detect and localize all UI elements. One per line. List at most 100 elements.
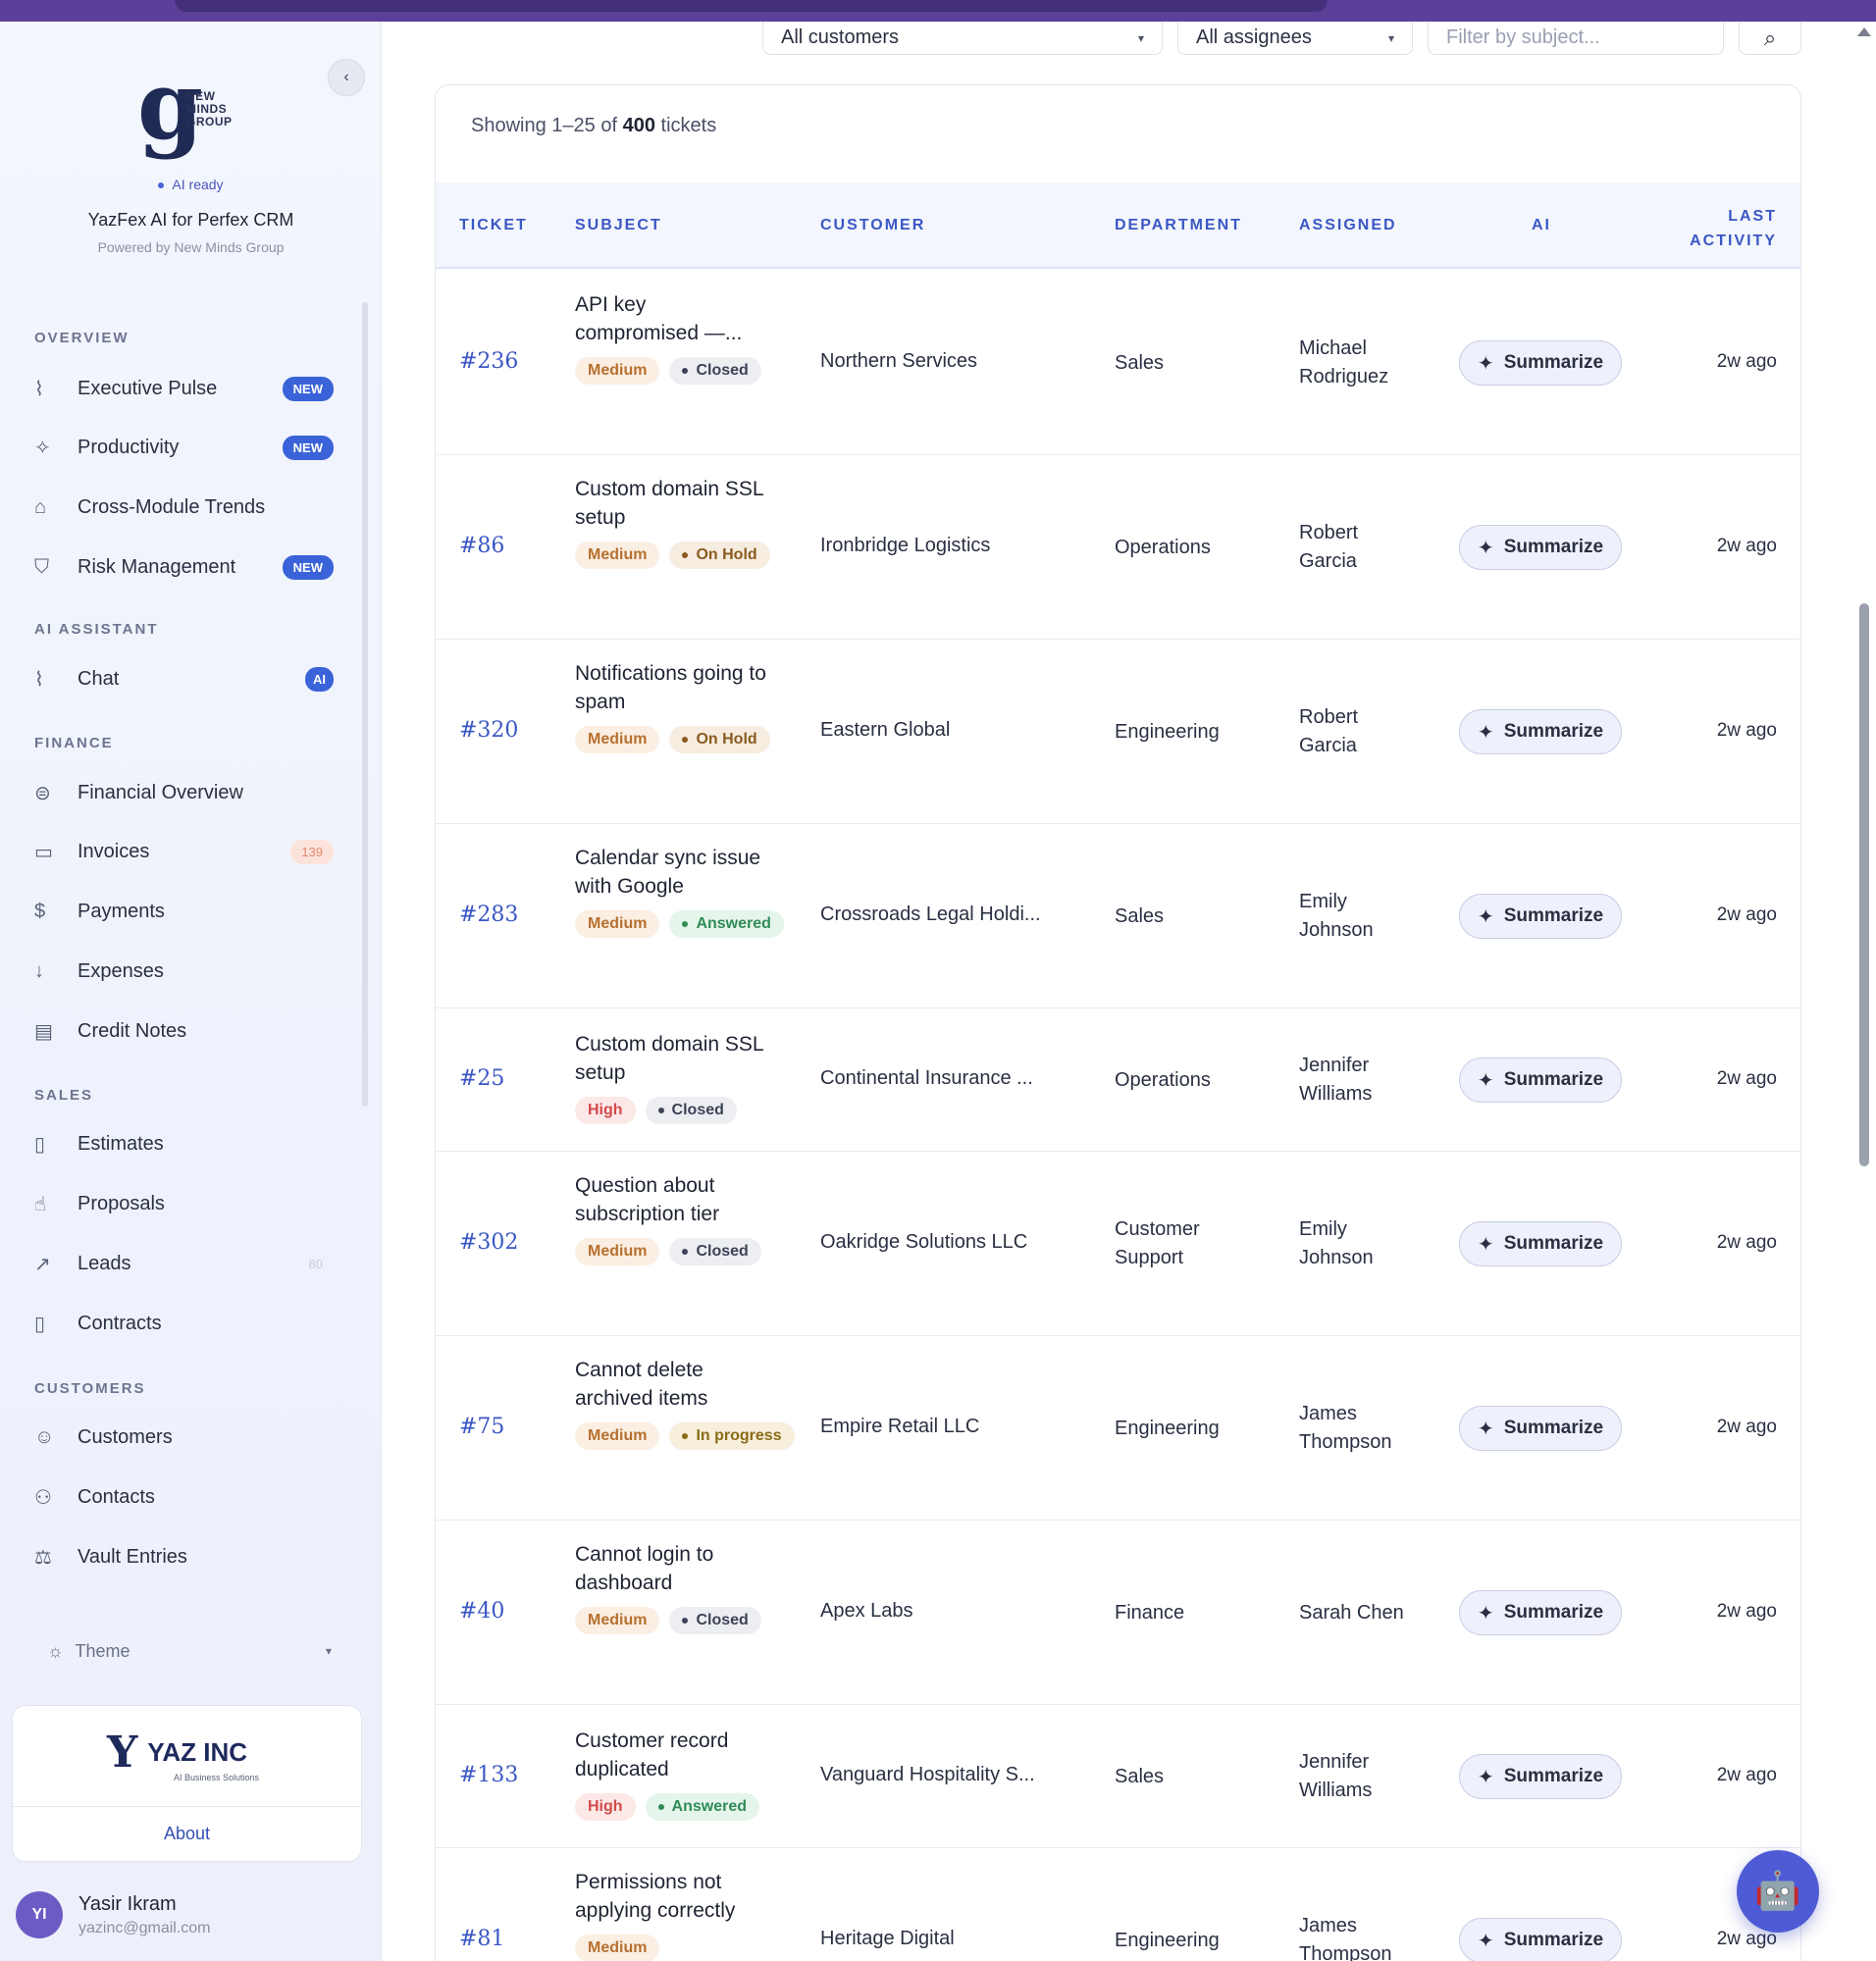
table-row[interactable]: #25 Custom domain SSL setup High Closed Cont… [436,1008,1800,1152]
sparkle-icon: ✦ [1477,905,1494,928]
customer-filter-select[interactable]: All customers ▾ [762,22,1163,55]
ticket-subject-title[interactable]: Question about subscription tier [575,1171,771,1228]
sidebar-item-expenses[interactable]: ↓ Expenses [34,952,334,991]
table-row[interactable]: #320 Notifications going to spam Medium On … [436,640,1800,824]
ticket-customer[interactable]: Ironbridge Logistics [820,535,990,557]
sidebar-item-cross-module-trends[interactable]: ⌂ Cross-Module Trends [34,488,334,527]
ticket-subject-title[interactable]: Notifications going to spam [575,659,771,716]
ticket-subject-title[interactable]: Custom domain SSL setup [575,475,771,532]
summarize-button[interactable]: ✦ Summarize [1459,709,1622,754]
theme-selector[interactable]: ☼ Theme ▾ [47,1636,332,1666]
sidebar-item-invoices[interactable]: ▭ Invoices 139 [34,832,334,871]
sidebar-item-executive-pulse[interactable]: ⌇ Executive Pulse NEW [34,369,334,408]
ticket-id-link[interactable]: #25 [459,1066,504,1091]
logo: g NEW MINDS GROUP [137,59,245,177]
ticket-customer[interactable]: Crossroads Legal Holdi... [820,903,1041,926]
summarize-button[interactable]: ✦ Summarize [1459,894,1622,939]
summarize-button[interactable]: ✦ Summarize [1459,1406,1622,1451]
ticket-id-link[interactable]: #302 [459,1230,518,1255]
top-search-pill[interactable] [175,0,1328,12]
sidebar-item-vault-entries[interactable]: ⚖ Vault Entries [34,1537,334,1576]
sidebar-item-estimates[interactable]: ▯ Estimates [34,1124,334,1163]
section-overview: OVERVIEW [34,330,130,346]
ticket-subject-title[interactable]: Cannot login to dashboard [575,1540,771,1597]
status-badge: Closed [645,1097,737,1124]
table-row[interactable]: #133 Customer record duplicated High Answer… [436,1705,1800,1848]
sidebar-item-customers[interactable]: ☺ Customers [34,1418,334,1457]
ai-assistant-button[interactable]: 🤖 [1737,1850,1819,1933]
scale-icon: ⚖ [34,1546,52,1569]
sidebar-item-contracts[interactable]: ▯ Contracts [34,1304,334,1343]
header-ticket[interactable]: TICKET [459,217,528,234]
note-icon: ▤ [34,1020,53,1043]
sidebar-item-leads[interactable]: ↗ Leads 80 [34,1244,334,1283]
table-row[interactable]: #86 Custom domain SSL setup Medium On Hold I… [436,455,1800,640]
ticket-customer[interactable]: Empire Retail LLC [820,1416,979,1438]
scrollbar-thumb[interactable] [1859,603,1869,1166]
search-button[interactable]: ⌕ [1739,22,1801,55]
ticket-customer[interactable]: Eastern Global [820,719,950,742]
ticket-customer[interactable]: Oakridge Solutions LLC [820,1231,1027,1254]
ticket-customer[interactable]: Northern Services [820,350,977,373]
header-last-activity[interactable]: LAST ACTIVITY [1690,204,1777,253]
sidebar-item-productivity[interactable]: ✧ Productivity NEW [34,428,334,467]
contacts-icon: ⚇ [34,1486,52,1509]
sparkle-icon: ✦ [1477,1602,1494,1625]
header-customer[interactable]: CUSTOMER [820,217,925,234]
summarize-button[interactable]: ✦ Summarize [1459,340,1622,386]
sidebar-item-risk-management[interactable]: ⛉ Risk Management NEW [34,547,334,587]
table-row[interactable]: #75 Cannot delete archived items Medium In … [436,1336,1800,1521]
ticket-subject-title[interactable]: Customer record duplicated [575,1727,771,1783]
sidebar-item-payments[interactable]: $ Payments [34,892,334,931]
ticket-customer[interactable]: Apex Labs [820,1600,913,1623]
collapse-sidebar-button[interactable]: ‹ [328,59,365,96]
table-row[interactable]: #302 Question about subscription tier Medi… [436,1152,1800,1336]
trend-icon: ↗ [34,1253,51,1275]
header-assigned[interactable]: ASSIGNED [1299,217,1397,234]
sidebar-item-proposals[interactable]: ☝ Proposals [34,1184,334,1223]
sidebar-item-chat[interactable]: ⌇ Chat AI [34,659,334,698]
user-profile[interactable]: YI Yasir Ikram yazinc@gmail.com [16,1891,211,1938]
summarize-button[interactable]: ✦ Summarize [1459,1058,1622,1103]
section-finance: FINANCE [34,735,114,751]
summarize-button[interactable]: ✦ Summarize [1459,525,1622,570]
header-department[interactable]: DEPARTMENT [1115,217,1242,234]
ticket-id-link[interactable]: #40 [459,1599,504,1624]
ticket-id-link[interactable]: #320 [459,718,518,743]
subject-filter-input[interactable]: Filter by subject... [1428,22,1724,55]
scroll-up-icon[interactable] [1857,27,1871,36]
ticket-subject-title[interactable]: Permissions not applying correctly [575,1868,771,1925]
about-link[interactable]: About [13,1824,361,1844]
user-icon: ☺ [34,1425,55,1448]
sidebar-scrollbar[interactable] [362,302,368,1107]
ticket-id-link[interactable]: #236 [459,349,518,374]
sidebar-item-contacts[interactable]: ⚇ Contacts [34,1477,334,1517]
ticket-subject-title[interactable]: Custom domain SSL setup [575,1030,771,1087]
ticket-id-link[interactable]: #81 [459,1927,504,1951]
summarize-button[interactable]: ✦ Summarize [1459,1918,1622,1961]
sidebar-item-credit-notes[interactable]: ▤ Credit Notes [34,1011,334,1051]
summarize-button[interactable]: ✦ Summarize [1459,1221,1622,1266]
ticket-customer[interactable]: Heritage Digital [820,1928,955,1950]
table-row[interactable]: #81 Permissions not applying correctly Med… [436,1848,1800,1961]
table-row[interactable]: #40 Cannot login to dashboard Medium Closed… [436,1521,1800,1705]
ticket-subject-title[interactable]: Cannot delete archived items [575,1356,771,1413]
page-scrollbar[interactable] [1857,27,1871,1950]
chevron-left-icon: ‹ [343,69,349,85]
ticket-id-link[interactable]: #133 [459,1763,518,1787]
avatar: YI [16,1891,63,1938]
ticket-subject-title[interactable]: API key compromised —... [575,290,771,347]
sidebar-item-financial-overview[interactable]: ⊜ Financial Overview [34,773,334,812]
summarize-button[interactable]: ✦ Summarize [1459,1754,1622,1799]
ticket-id-link[interactable]: #86 [459,534,504,558]
table-row[interactable]: #283 Calendar sync issue with Google Mediu… [436,824,1800,1008]
ticket-customer[interactable]: Vanguard Hospitality S... [820,1764,1035,1786]
ticket-id-link[interactable]: #283 [459,903,518,927]
assignee-filter-select[interactable]: All assignees ▾ [1177,22,1413,55]
ticket-customer[interactable]: Continental Insurance ... [820,1067,1033,1090]
ticket-subject-title[interactable]: Calendar sync issue with Google [575,844,771,901]
table-row[interactable]: #236 API key compromised —... Medium Closed… [436,271,1800,455]
summarize-button[interactable]: ✦ Summarize [1459,1590,1622,1635]
ticket-id-link[interactable]: #75 [459,1415,504,1439]
header-subject[interactable]: SUBJECT [575,217,662,234]
